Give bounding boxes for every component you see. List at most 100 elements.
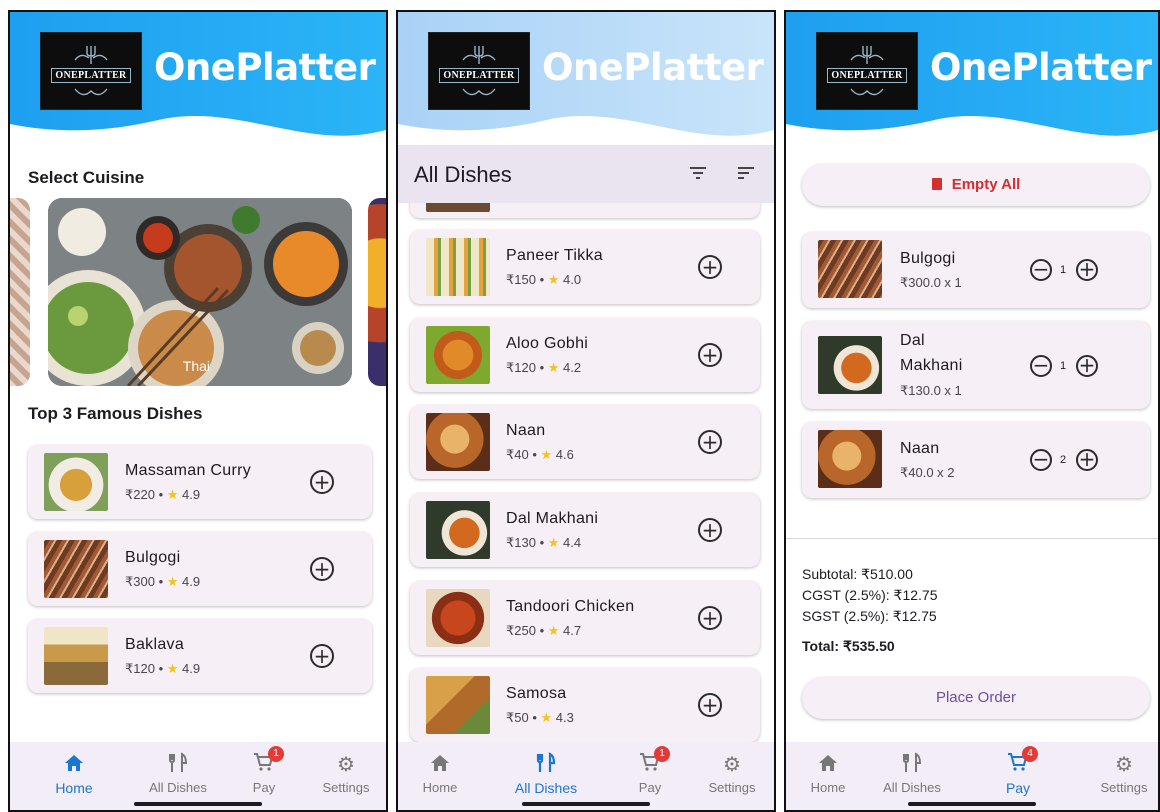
restaurant-icon <box>903 752 922 772</box>
cart-badge: 4 <box>1022 746 1038 762</box>
dish-card-samosa[interactable]: Samosa ₹50 • ★ 4.3 + <box>410 668 760 742</box>
all-dishes-screen: ONEPLATTER OnePlatter All Dishes Paneer … <box>396 10 776 812</box>
app-header: ONEPLATTER OnePlatter <box>10 12 386 147</box>
place-order-button[interactable]: Place Order <box>802 677 1150 719</box>
increase-quantity-button[interactable]: + <box>1076 259 1098 281</box>
increase-quantity-button[interactable]: + <box>1076 355 1098 377</box>
nav-label: Settings <box>708 780 756 795</box>
nav-all-dishes[interactable]: All Dishes <box>506 752 586 796</box>
gesture-bar <box>908 802 1036 806</box>
nav-label: Settings <box>322 780 370 795</box>
nav-home[interactable]: Home <box>34 752 114 796</box>
bottom-navigation: Home All Dishes 1 Pay ⚙ Settings <box>10 742 386 810</box>
dish-card-aloo-gobhi[interactable]: Aloo Gobhi ₹120 • ★ 4.2 + <box>410 318 760 392</box>
empty-all-button[interactable]: Empty All <box>802 164 1150 206</box>
cuisine-carousel[interactable]: Thai <box>10 198 386 388</box>
logo-text: ONEPLATTER <box>51 67 131 83</box>
dish-price-rating: ₹130 • ★ 4.4 <box>506 535 581 551</box>
nav-label: Pay <box>638 780 662 795</box>
filter-icon[interactable] <box>688 163 708 183</box>
dish-price-rating: ₹120 • ★ 4.9 <box>125 661 200 677</box>
dish-price-rating: ₹50 • ★ 4.3 <box>506 710 574 726</box>
dish-card-massaman-curry[interactable]: Massaman Curry ₹220 • ★ 4.9 + <box>28 445 372 519</box>
dish-price: ₹250 • <box>506 623 548 638</box>
nav-pay[interactable]: 1 Pay <box>224 746 304 795</box>
all-dishes-app-bar: All Dishes <box>398 145 774 203</box>
dish-thumbnail <box>426 238 490 296</box>
nav-label: Settings <box>1100 780 1148 795</box>
top-dishes-heading: Top 3 Famous Dishes <box>28 404 203 423</box>
decrease-quantity-button[interactable]: − <box>1030 449 1052 471</box>
carousel-next-card[interactable] <box>368 198 386 386</box>
add-to-cart-button[interactable]: + <box>310 557 334 581</box>
nav-home[interactable]: Home <box>788 752 868 795</box>
dish-rating: 4.4 <box>563 535 582 550</box>
star-icon: ★ <box>166 574 179 589</box>
star-icon: ★ <box>540 447 553 462</box>
nav-settings[interactable]: ⚙ Settings <box>692 752 772 795</box>
cart-badge: 1 <box>268 746 284 762</box>
cuisine-card-thai[interactable]: Thai <box>48 198 352 386</box>
app-logo: ONEPLATTER <box>428 32 530 110</box>
dish-thumbnail <box>426 589 490 647</box>
nav-label: Home <box>55 780 93 796</box>
dish-rating: 4.0 <box>563 272 582 287</box>
subtotal-text: Subtotal: ₹510.00 <box>802 566 913 582</box>
carousel-prev-card[interactable] <box>10 198 30 386</box>
add-to-cart-button[interactable]: + <box>698 255 722 279</box>
logo-text: ONEPLATTER <box>439 67 519 83</box>
quantity-value: 1 <box>1060 360 1067 372</box>
add-to-cart-button[interactable]: + <box>698 518 722 542</box>
nav-pay[interactable]: 4 Pay <box>978 746 1058 796</box>
scroll-ornament-icon <box>462 88 496 95</box>
sort-icon[interactable] <box>736 163 756 183</box>
app-logo: ONEPLATTER <box>816 32 918 110</box>
star-icon: ★ <box>166 487 179 502</box>
increase-quantity-button[interactable]: + <box>1076 449 1098 471</box>
star-icon: ★ <box>540 710 553 725</box>
nav-all-dishes[interactable]: All Dishes <box>138 752 218 795</box>
nav-settings[interactable]: ⚙ Settings <box>306 752 386 795</box>
add-to-cart-button[interactable]: + <box>310 470 334 494</box>
logo-text: ONEPLATTER <box>827 67 907 83</box>
dish-card-dal-makhani[interactable]: Dal Makhani ₹130 • ★ 4.4 + <box>410 493 760 567</box>
dish-thumbnail <box>44 453 108 511</box>
nav-home[interactable]: Home <box>400 752 480 795</box>
cart-item-price: ₹300.0 x 1 <box>900 275 962 290</box>
dish-price-rating: ₹250 • ★ 4.7 <box>506 623 581 639</box>
trash-icon <box>931 178 942 190</box>
dish-price: ₹220 • <box>125 487 167 502</box>
nav-pay[interactable]: 1 Pay <box>610 746 690 795</box>
dish-price-rating: ₹40 • ★ 4.6 <box>506 447 574 463</box>
dish-card-paneer-tikka[interactable]: Paneer Tikka ₹150 • ★ 4.0 + <box>410 230 760 304</box>
quantity-value: 2 <box>1060 454 1067 466</box>
add-to-cart-button[interactable]: + <box>698 430 722 454</box>
dish-card-naan[interactable]: Naan ₹40 • ★ 4.6 + <box>410 405 760 479</box>
add-to-cart-button[interactable]: + <box>698 343 722 367</box>
decrease-quantity-button[interactable]: − <box>1030 259 1052 281</box>
dish-thumbnail <box>44 540 108 598</box>
gear-icon: ⚙ <box>723 754 741 776</box>
cuisine-label: Thai <box>182 358 210 374</box>
dish-thumbnail <box>426 413 490 471</box>
dish-thumbnail <box>818 336 882 394</box>
add-to-cart-button[interactable]: + <box>310 644 334 668</box>
add-to-cart-button[interactable]: + <box>698 693 722 717</box>
gesture-bar <box>522 802 650 806</box>
dish-name: Samosa <box>506 685 567 702</box>
decrease-quantity-button[interactable]: − <box>1030 355 1052 377</box>
bottom-navigation: Home All Dishes 1 Pay ⚙ Settings <box>398 742 774 810</box>
fork-ornament-icon <box>850 45 884 64</box>
app-header: ONEPLATTER OnePlatter <box>398 12 774 147</box>
dish-thumbnail <box>426 326 490 384</box>
dish-card-bulgogi[interactable]: Bulgogi ₹300 • ★ 4.9 + <box>28 532 372 606</box>
dish-rating: 4.9 <box>182 661 201 676</box>
dish-name: Naan <box>506 422 546 439</box>
add-to-cart-button[interactable]: + <box>698 606 722 630</box>
dish-card-tandoori-chicken[interactable]: Tandoori Chicken ₹250 • ★ 4.7 + <box>410 581 760 655</box>
nav-all-dishes[interactable]: All Dishes <box>872 752 952 795</box>
gesture-bar <box>134 802 262 806</box>
dish-card-baklava[interactable]: Baklava ₹120 • ★ 4.9 + <box>28 619 372 693</box>
empty-all-label: Empty All <box>951 176 1021 193</box>
nav-settings[interactable]: ⚙ Settings <box>1084 752 1158 795</box>
